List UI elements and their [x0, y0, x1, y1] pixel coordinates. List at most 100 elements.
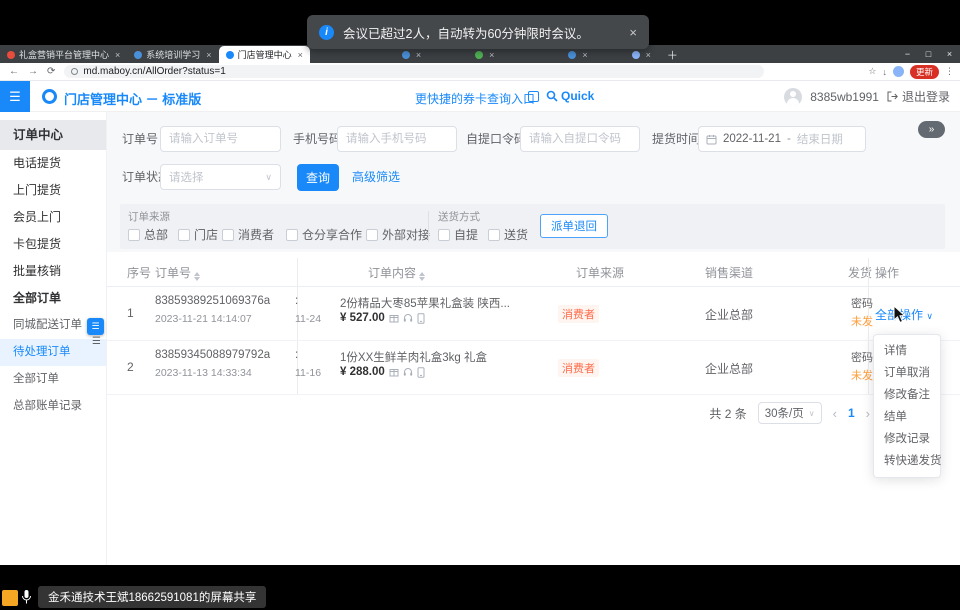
- nav-buttons: ← → ⟳: [0, 66, 64, 77]
- sidebar-item[interactable]: 电话提货: [0, 150, 106, 177]
- checkbox-self-pickup[interactable]: 自提: [438, 226, 478, 243]
- tab-close-icon[interactable]: ×: [489, 50, 494, 60]
- checkbox-icon[interactable]: [128, 229, 140, 241]
- checkbox-icon[interactable]: [222, 229, 234, 241]
- sidebar-item[interactable]: 上门提货: [0, 177, 106, 204]
- sort-icon[interactable]: [194, 272, 200, 281]
- tab-close-icon[interactable]: ×: [582, 50, 587, 60]
- order-no-input[interactable]: [160, 126, 281, 152]
- checkbox-icon[interactable]: [286, 229, 298, 241]
- prev-page-button[interactable]: ‹: [833, 406, 837, 421]
- checkbox-icon[interactable]: [178, 229, 190, 241]
- forward-icon[interactable]: →: [28, 66, 38, 77]
- pickup-time-label: 提货时间: [652, 126, 700, 152]
- browser-tab[interactable]: 礼盒营销平台管理中心 ×: [0, 46, 127, 63]
- pickup-code-input[interactable]: [520, 126, 640, 152]
- tab-close-icon[interactable]: ×: [416, 50, 421, 60]
- search-icon: [546, 90, 558, 102]
- page-size-select[interactable]: 30条/页 ∨: [758, 402, 822, 424]
- minimize-button[interactable]: −: [897, 49, 918, 59]
- menu-item-edit-history[interactable]: 修改记录: [874, 428, 940, 450]
- search-button[interactable]: 查询: [297, 164, 339, 191]
- download-icon[interactable]: ↓: [882, 67, 887, 77]
- sidebar-menu-toggle[interactable]: ☰: [0, 81, 30, 112]
- package-icon: [389, 367, 399, 377]
- checkbox-icon[interactable]: [488, 229, 500, 241]
- collapse-panel-button[interactable]: »: [918, 121, 945, 138]
- delivery-method-label: 送货方式: [438, 209, 480, 224]
- source-tag: 消费者: [558, 359, 599, 377]
- tab-close-icon[interactable]: ×: [206, 50, 211, 60]
- col-header-order-no: 订单号: [155, 260, 200, 286]
- browser-profile-icon[interactable]: [893, 66, 904, 77]
- browser-update-button[interactable]: 更新: [910, 65, 939, 79]
- tab-favicon-icon: [7, 51, 15, 59]
- cell-channel: 企业总部: [705, 360, 753, 377]
- checkbox-headquarters[interactable]: 总部: [128, 226, 168, 243]
- phone-icon: [417, 367, 425, 378]
- tab-label: 门店管理中心: [238, 48, 292, 61]
- maximize-button[interactable]: □: [918, 49, 939, 59]
- checkbox-icon[interactable]: [438, 229, 450, 241]
- sidebar-item[interactable]: 总部账单记录: [0, 393, 106, 420]
- browser-tab-active[interactable]: 门店管理中心 ×: [219, 46, 310, 63]
- phone-icon: [417, 313, 425, 324]
- coupon-query-link[interactable]: 更快捷的券卡查询入口: [415, 90, 535, 107]
- date-range-input[interactable]: 2022-11-21 - 结束日期: [698, 126, 866, 152]
- sidebar-item[interactable]: 卡包提货: [0, 231, 106, 258]
- hamburger-icon: ☰: [9, 89, 21, 105]
- checkbox-consumer[interactable]: 消费者: [222, 226, 274, 243]
- checkbox-warehouse-share[interactable]: 仓分享合作: [286, 226, 362, 243]
- sidebar-grip-icon[interactable]: ☰: [92, 336, 101, 347]
- toast-close-icon[interactable]: ×: [629, 25, 637, 40]
- back-icon[interactable]: ←: [9, 66, 19, 77]
- tab-label: 系统培训学习: [146, 48, 200, 61]
- menu-item-cancel-order[interactable]: 订单取消: [874, 362, 940, 384]
- checkbox-store[interactable]: 门店: [178, 226, 218, 243]
- new-tab-button[interactable]: ＋: [658, 46, 687, 63]
- next-page-button[interactable]: ›: [866, 406, 870, 421]
- checkbox-icon[interactable]: [366, 229, 378, 241]
- menu-item-close-order[interactable]: 结单: [874, 406, 940, 428]
- user-avatar[interactable]: [784, 88, 802, 106]
- sort-icon[interactable]: [419, 272, 425, 281]
- price-value: ¥ 288.00: [340, 366, 385, 378]
- checkbox-delivery[interactable]: 送货: [488, 226, 528, 243]
- address-bar[interactable]: md.maboy.cn/AllOrder?status=1: [64, 65, 764, 78]
- sidebar-item-all-orders-group[interactable]: 全部订单: [0, 285, 106, 312]
- menu-item-to-express[interactable]: 转快递发货: [874, 450, 940, 472]
- logout-button[interactable]: 退出登录: [887, 88, 950, 105]
- meeting-toast: i 会议已超过2人，自动转为60分钟限时会议。 ×: [307, 15, 649, 49]
- refresh-icon[interactable]: ⟳: [47, 66, 55, 77]
- quick-search-link[interactable]: Quick: [546, 89, 594, 103]
- sidebar-item-pending-orders[interactable]: 待处理订单: [0, 339, 106, 366]
- advanced-filter-link[interactable]: 高级筛选: [352, 164, 400, 191]
- sidebar-float-toggle[interactable]: ☰: [87, 318, 104, 335]
- checkbox-external[interactable]: 外部对接: [366, 226, 430, 243]
- browser-menu-icon[interactable]: ⋮: [945, 66, 954, 77]
- dispatch-return-button[interactable]: 派单退回: [540, 214, 608, 238]
- current-page[interactable]: 1: [848, 406, 855, 420]
- tab-close-icon[interactable]: ×: [115, 50, 120, 60]
- tab-close-icon[interactable]: ×: [298, 50, 303, 60]
- bookmark-star-icon[interactable]: ☆: [868, 66, 876, 77]
- phone-input[interactable]: [337, 126, 457, 152]
- menu-item-edit-remark[interactable]: 修改备注: [874, 384, 940, 406]
- sidebar-section-order-center: 订单中心: [0, 120, 106, 150]
- headset-icon: [403, 313, 413, 323]
- cell-index: 1: [127, 306, 134, 320]
- order-status-select[interactable]: 请选择 ∨: [160, 164, 281, 190]
- cell-order-time: 2023-11-13 14:33:34: [155, 367, 252, 379]
- sidebar-item[interactable]: 会员上门: [0, 204, 106, 231]
- sidebar: 订单中心 电话提货 上门提货 会员上门 卡包提货 批量核销 全部订单 同城配送订…: [0, 112, 107, 565]
- checkbox-label: 自提: [454, 226, 478, 243]
- cell-ship-bottom: 未发: [851, 367, 873, 383]
- sidebar-item[interactable]: 全部订单: [0, 366, 106, 393]
- tab-close-icon[interactable]: ×: [646, 50, 651, 60]
- menu-item-detail[interactable]: 详情: [874, 340, 940, 362]
- sidebar-item[interactable]: 批量核销: [0, 258, 106, 285]
- browser-tab[interactable]: 系统培训学习 ×: [127, 46, 218, 63]
- site-info-icon[interactable]: [71, 68, 78, 75]
- window-close-button[interactable]: ×: [939, 49, 960, 59]
- checkbox-label: 外部对接: [382, 226, 430, 243]
